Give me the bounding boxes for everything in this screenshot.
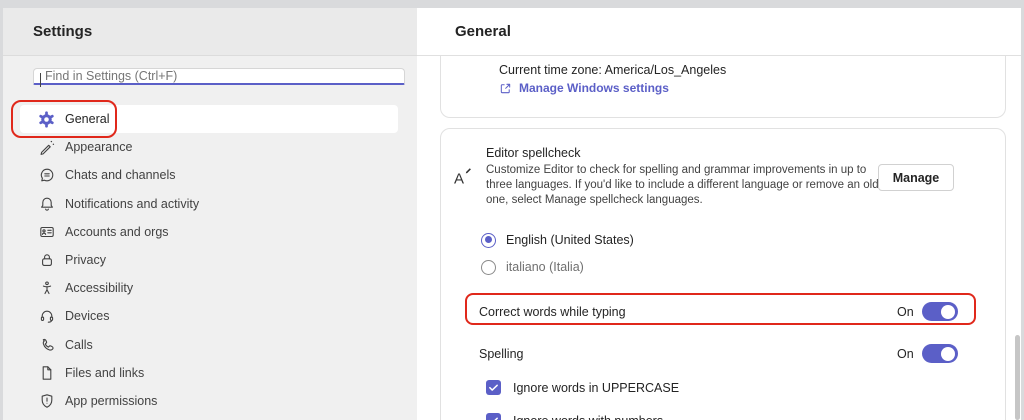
spelling-toggle[interactable]	[922, 344, 958, 363]
vertical-scrollbar-thumb[interactable]	[1015, 335, 1020, 420]
text-caret	[40, 73, 41, 87]
lock-icon	[38, 252, 55, 269]
sidebar-item-label: Accounts and orgs	[65, 225, 169, 239]
checkbox-label: Ignore words in UPPERCASE	[513, 381, 679, 395]
sidebar-item-accounts-and-orgs[interactable]: Accounts and orgs	[20, 218, 398, 246]
current-timezone-text: Current time zone: America/Los_Angeles	[499, 63, 1005, 77]
settings-sidebar: Settings General Appearance Chats and ch…	[3, 8, 417, 420]
spelling-state: On	[897, 347, 914, 361]
radio-label: italiano (Italia)	[506, 260, 584, 274]
spellcheck-title: Editor spellcheck	[486, 146, 581, 160]
manage-button[interactable]: Manage	[878, 164, 954, 191]
checkbox-ignore-words-with-numbers[interactable]: Ignore words with numbers	[486, 413, 663, 420]
radio-english-united-states[interactable]: English (United States)	[481, 231, 634, 249]
wand-icon	[38, 139, 55, 156]
sidebar-item-label: General	[65, 112, 109, 126]
chat-bubble-icon	[38, 167, 55, 184]
sidebar-item-label: Devices	[65, 309, 109, 323]
sidebar-title: Settings	[33, 23, 92, 40]
sidebar-item-label: Privacy	[65, 253, 106, 267]
settings-window: Settings General Appearance Chats and ch…	[0, 0, 1024, 420]
spellcheck-description: Customize Editor to check for spelling a…	[486, 163, 882, 208]
headset-icon	[38, 308, 55, 325]
search-input[interactable]	[33, 68, 405, 85]
sidebar-item-calls[interactable]: Calls	[20, 331, 398, 359]
sidebar-item-label: App permissions	[65, 394, 157, 408]
sidebar-item-chats-and-channels[interactable]: Chats and channels	[20, 161, 398, 189]
general-settings-panel: General Current time zone: America/Los_A…	[417, 8, 1021, 420]
document-icon	[38, 365, 55, 382]
sidebar-item-label: Accessibility	[65, 281, 133, 295]
sidebar-item-label: Notifications and activity	[65, 197, 199, 211]
radio-label: English (United States)	[506, 233, 634, 247]
correct-words-state: On	[897, 305, 914, 319]
correct-words-label: Correct words while typing	[479, 305, 626, 319]
sidebar-item-general[interactable]: General	[20, 105, 398, 133]
sidebar-header: Settings	[3, 8, 417, 56]
correct-words-toggle[interactable]	[922, 302, 958, 321]
gear-icon	[38, 111, 55, 128]
checkbox-ignore-uppercase[interactable]: Ignore words in UPPERCASE	[486, 380, 679, 395]
manage-windows-settings-link[interactable]: Manage Windows settings	[499, 81, 1005, 95]
external-link-icon	[499, 82, 512, 95]
phone-icon	[38, 337, 55, 354]
timezone-card: Current time zone: America/Los_Angeles M…	[440, 56, 1006, 118]
radio-unselected-icon	[481, 260, 496, 275]
svg-text:A: A	[454, 171, 464, 188]
sidebar-item-app-permissions[interactable]: App permissions	[20, 387, 398, 415]
panel-header: General	[417, 8, 1021, 56]
sidebar-item-label: Chats and channels	[65, 168, 176, 182]
bell-icon	[38, 196, 55, 213]
checkbox-checked-icon	[486, 413, 501, 420]
checkbox-label: Ignore words with numbers	[513, 414, 663, 420]
sidebar-item-devices[interactable]: Devices	[20, 302, 398, 330]
radio-italiano-italia[interactable]: italiano (Italia)	[481, 258, 584, 276]
link-label: Manage Windows settings	[519, 81, 669, 95]
sidebar-item-label: Files and links	[65, 366, 144, 380]
page-title: General	[455, 23, 511, 40]
sidebar-item-files-and-links[interactable]: Files and links	[20, 359, 398, 387]
shield-icon	[38, 393, 55, 410]
spellcheck-icon: A	[453, 166, 475, 193]
sidebar-item-privacy[interactable]: Privacy	[20, 246, 398, 274]
spelling-label: Spelling	[479, 347, 523, 361]
sidebar-item-accessibility[interactable]: Accessibility	[20, 274, 398, 302]
checkbox-checked-icon	[486, 380, 501, 395]
sidebar-item-appearance[interactable]: Appearance	[20, 133, 398, 161]
spellcheck-card: A Editor spellcheck Customize Editor to …	[440, 128, 1006, 420]
sidebar-item-label: Appearance	[65, 140, 132, 154]
sidebar-item-label: Calls	[65, 338, 93, 352]
accessibility-icon	[38, 280, 55, 297]
id-card-icon	[38, 224, 55, 241]
radio-selected-icon	[481, 233, 496, 248]
search-box	[33, 67, 405, 93]
sidebar-item-notifications[interactable]: Notifications and activity	[20, 190, 398, 218]
